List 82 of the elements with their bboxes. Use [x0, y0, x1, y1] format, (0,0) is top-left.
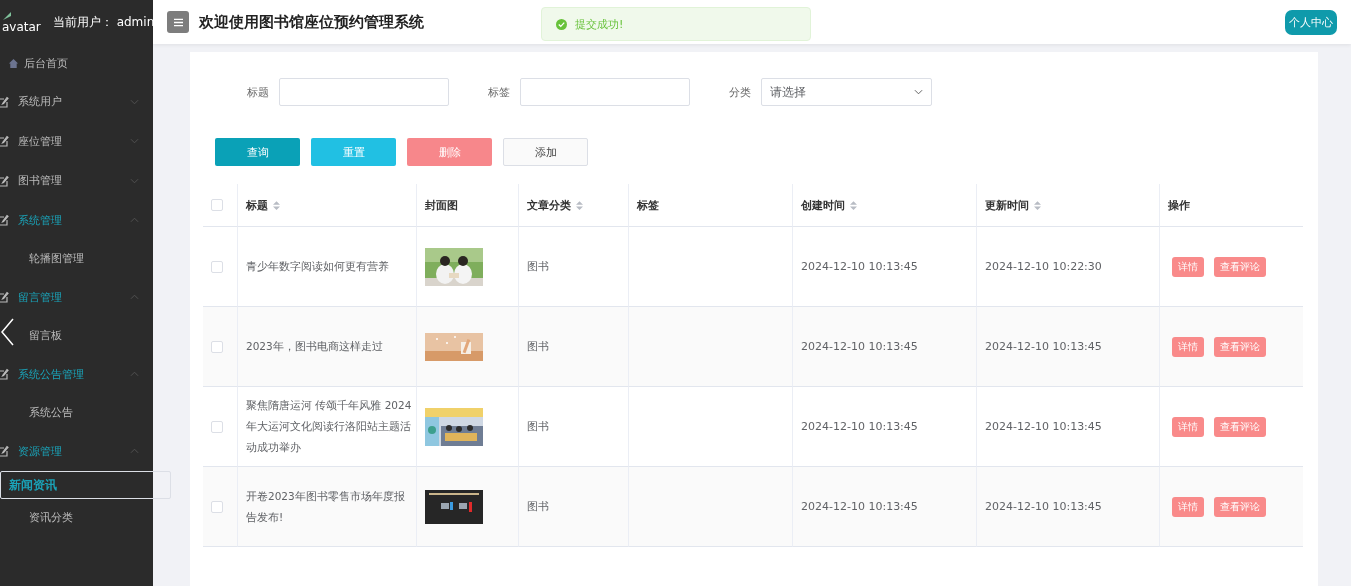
chevron-icon — [130, 294, 139, 301]
avatar-image: avatar — [2, 11, 41, 33]
column-header: 更新时间 — [985, 197, 1029, 213]
edit-icon — [0, 368, 10, 381]
profile-button[interactable]: 个人中心 — [1285, 9, 1337, 35]
edit-icon — [0, 135, 10, 148]
sidebar-item[interactable]: 后台首页 — [0, 44, 153, 82]
table-cell-text: 开卷2023年图书零售市场年度报告发布! — [246, 488, 406, 525]
column-header: 文章分类 — [527, 197, 571, 213]
table-header-cell[interactable]: 更新时间 — [977, 184, 1160, 227]
checkbox[interactable] — [211, 340, 223, 353]
sidebar-item[interactable]: 留言管理 — [0, 277, 153, 317]
table-header-cell[interactable]: 创建时间 — [793, 184, 977, 227]
sidebar-item[interactable]: 系统管理 — [0, 200, 153, 240]
chevron-icon — [130, 98, 139, 105]
sidebar-item[interactable]: 系统公告管理 — [0, 354, 153, 394]
sidebar-item[interactable]: 资源管理 — [0, 431, 153, 471]
checkbox[interactable] — [211, 199, 223, 211]
table-cell: 图书 — [527, 419, 549, 434]
chevron-icon — [130, 448, 139, 455]
sort-icon[interactable] — [1034, 200, 1041, 210]
table-cell-text: 聚焦隋唐运河 传颂千年风雅 2024年大运河文化阅读行洛阳站主题活动成功举办 — [246, 398, 413, 455]
chevron-icon — [130, 217, 139, 224]
table-cell: 图书 — [527, 339, 549, 354]
chevron-icon — [130, 371, 139, 378]
sort-icon[interactable] — [850, 200, 857, 210]
checkbox[interactable] — [211, 420, 223, 433]
toast-message: 提交成功! — [575, 16, 624, 32]
page-title: 欢迎使用图书馆座位预约管理系统 — [199, 12, 424, 32]
table-cell: 2024-12-10 10:13:45 — [985, 500, 1102, 513]
menu-button[interactable] — [167, 11, 189, 33]
sort-icon[interactable] — [576, 200, 583, 210]
table-cell: 2024-12-10 10:13:45 — [801, 340, 918, 353]
chevron-left-icon[interactable] — [0, 318, 14, 346]
chevron-icon — [130, 138, 139, 145]
table-cell: 图书 — [527, 499, 549, 514]
sidebar-subitem[interactable]: 资讯分类 — [0, 499, 153, 537]
table-cell: 2024-12-10 10:13:45 — [801, 500, 918, 513]
checkbox[interactable] — [211, 500, 223, 513]
column-header: 创建时间 — [801, 197, 845, 213]
check-circle-icon — [556, 18, 567, 30]
column-header: 操作 — [1168, 197, 1190, 213]
sort-icon[interactable] — [273, 200, 280, 210]
table-cell: 2024-12-10 10:13:45 — [985, 340, 1102, 353]
chevron-icon — [130, 177, 139, 184]
current-user: 当前用户： admin — [52, 13, 155, 31]
input-field[interactable] — [279, 78, 449, 106]
sidebar-item[interactable]: 座位管理 — [0, 121, 153, 161]
category-select[interactable]: 请选择 — [761, 78, 932, 106]
column-header: 标题 — [246, 197, 268, 213]
input-field[interactable] — [520, 78, 690, 106]
table-header-cell[interactable]: 文章分类 — [519, 184, 629, 227]
chevron-icon — [914, 89, 923, 95]
table-header-cell[interactable]: 标题 — [238, 184, 417, 227]
filter-label: 分类 — [729, 84, 751, 100]
sidebar-item[interactable]: 图书管理 — [0, 161, 153, 201]
edit-icon — [0, 445, 10, 458]
column-header: 标签 — [637, 197, 659, 213]
sidebar-subitem[interactable]: 新闻资讯 — [0, 471, 171, 499]
menu-icon — [173, 17, 183, 27]
column-header: 封面图 — [425, 197, 458, 213]
edit-icon — [0, 95, 10, 108]
edit-icon — [0, 214, 10, 227]
table-cell: 2024-12-10 10:13:45 — [985, 420, 1102, 433]
table-cell: 图书 — [527, 259, 549, 274]
table-cell: 2024-12-10 10:22:30 — [985, 260, 1102, 273]
table-cell: 2024-12-10 10:13:45 — [801, 420, 918, 433]
sidebar-subitem[interactable]: 轮播图管理 — [0, 240, 153, 278]
action-button[interactable]: 查询 — [215, 138, 300, 166]
table-cell: 2024-12-10 10:13:45 — [801, 260, 918, 273]
table-cell-text: 青少年数字阅读如何更有营养 — [246, 259, 389, 274]
checkbox[interactable] — [211, 260, 223, 273]
sidebar-item[interactable]: 系统用户 — [0, 82, 153, 122]
sidebar-subitem[interactable]: 留言板 — [0, 317, 153, 355]
filter-label: 标题 — [247, 84, 269, 100]
action-button[interactable]: 添加 — [503, 138, 588, 166]
filter-label: 标签 — [488, 84, 510, 100]
home-icon — [8, 57, 19, 69]
table-cell-text: 2023年，图书电商这样走过 — [246, 339, 383, 354]
edit-icon — [0, 291, 10, 304]
edit-icon — [0, 174, 10, 187]
sidebar-subitem[interactable]: 系统公告 — [0, 394, 153, 432]
